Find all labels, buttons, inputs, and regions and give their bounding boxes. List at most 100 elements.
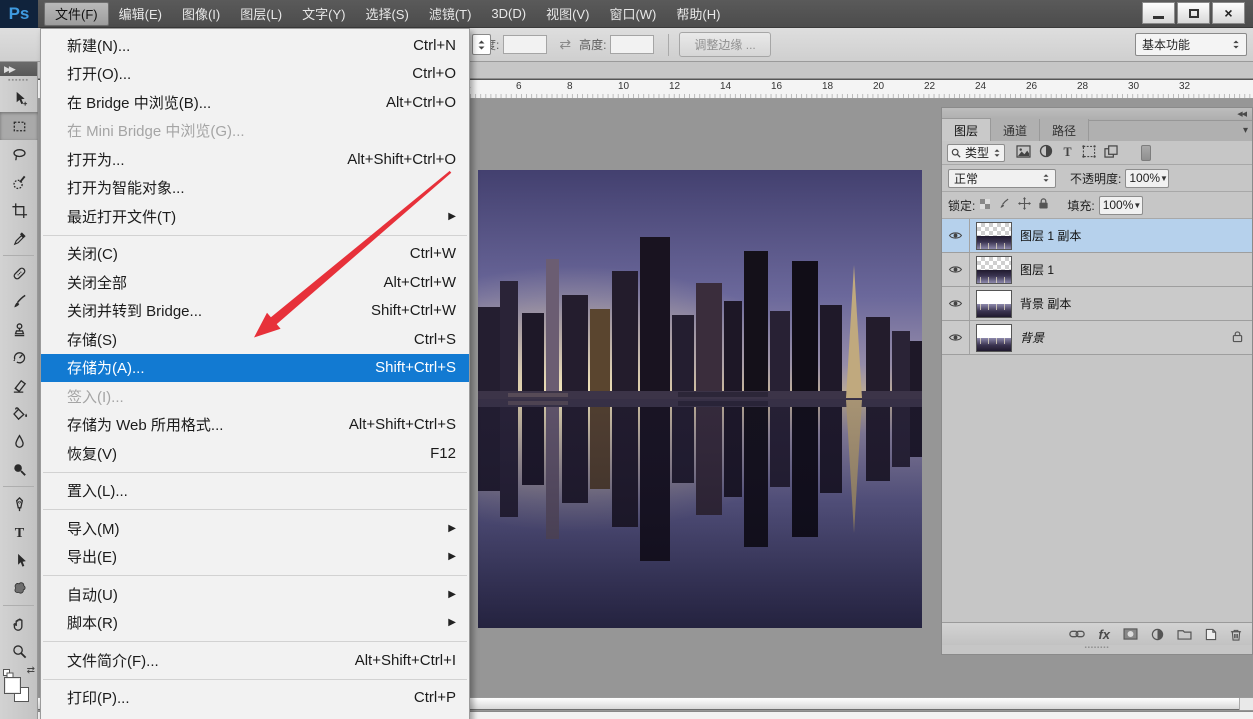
file-menu-item[interactable]: 文件简介(F)... Alt+Shift+Ctrl+I [41, 646, 469, 675]
menubar-item-4[interactable]: 文字(Y) [292, 2, 355, 26]
rect-marquee-tool[interactable] [0, 112, 38, 140]
panel-menu-icon[interactable]: ▾ [1243, 125, 1248, 136]
menubar-item-2[interactable]: 图像(I) [172, 2, 230, 26]
smartobject-filter-icon[interactable] [1104, 144, 1118, 161]
height-input[interactable] [610, 35, 655, 54]
blur-tool[interactable] [0, 427, 38, 455]
lock-all-icon[interactable] [1038, 197, 1049, 213]
file-menu-item[interactable]: 恢复(V) F12 [41, 439, 469, 468]
layer-row[interactable]: 图层 1 副本 [942, 219, 1252, 253]
menubar-item-8[interactable]: 视图(V) [536, 2, 599, 26]
refine-edge-button[interactable]: 调整边缘 ... [679, 32, 771, 57]
blend-mode-dropdown[interactable]: 正常 [948, 168, 1056, 188]
type-tool[interactable]: T [0, 518, 38, 546]
filter-toggle[interactable] [1141, 144, 1152, 161]
file-menu-item[interactable]: 存储为 Web 所用格式... Alt+Shift+Ctrl+S [41, 411, 469, 440]
menubar-item-0[interactable]: 文件(F) [44, 1, 109, 26]
hand-tool[interactable] [0, 609, 38, 637]
dodge-tool[interactable] [0, 455, 38, 483]
file-menu-item[interactable]: 在 Bridge 中浏览(B)... Alt+Ctrl+O [41, 88, 469, 117]
menubar-item-9[interactable]: 窗口(W) [599, 2, 666, 26]
tab-channels[interactable]: 通道 [991, 119, 1041, 141]
clone-stamp-tool[interactable] [0, 315, 38, 343]
adjustment-layer-icon[interactable] [1151, 628, 1164, 641]
adjustment-filter-icon[interactable] [1039, 144, 1053, 161]
new-layer-icon[interactable] [1205, 628, 1217, 641]
layer-thumbnail[interactable] [976, 323, 1012, 352]
file-menu-item[interactable]: 关闭全部 Alt+Ctrl+W [41, 268, 469, 297]
file-menu-item[interactable]: 最近打开文件(T) ▶ [41, 202, 469, 231]
menubar-item-5[interactable]: 选择(S) [355, 2, 418, 26]
layer-thumbnail[interactable] [976, 289, 1012, 318]
menubar-item-6[interactable]: 滤镜(T) [419, 2, 482, 26]
group-icon[interactable] [1177, 628, 1192, 640]
file-menu-item[interactable]: 关闭(C) Ctrl+W [41, 240, 469, 269]
file-menu-item[interactable]: 打开为智能对象... [41, 174, 469, 203]
custom-shape-tool[interactable] [0, 574, 38, 602]
opacity-field[interactable]: 100% ▼ [1125, 168, 1170, 188]
layer-visibility-toggle[interactable] [942, 219, 970, 252]
layer-visibility-toggle[interactable] [942, 253, 970, 286]
minimize-button[interactable] [1142, 2, 1175, 24]
file-menu-item[interactable]: 打开为... Alt+Shift+Ctrl+O [41, 145, 469, 174]
menubar-item-7[interactable]: 3D(D) [481, 2, 536, 26]
type-filter-icon[interactable]: T [1061, 145, 1074, 161]
lock-pixels-icon[interactable] [998, 197, 1011, 213]
healing-brush-tool[interactable] [0, 259, 38, 287]
file-menu-item[interactable]: 打开(O)... Ctrl+O [41, 60, 469, 89]
swap-colors-icon[interactable]: ⇄ [27, 665, 35, 676]
menubar-item-10[interactable]: 帮助(H) [666, 2, 730, 26]
menubar-item-1[interactable]: 编辑(E) [109, 2, 172, 26]
layer-visibility-toggle[interactable] [942, 287, 970, 320]
quick-mask-button[interactable] [0, 713, 38, 719]
layer-row[interactable]: 图层 1 [942, 253, 1252, 287]
file-menu-item[interactable]: 存储为(A)... Shift+Ctrl+S [41, 353, 469, 382]
lock-position-icon[interactable] [1018, 197, 1032, 213]
toolbar-collapse-button[interactable]: ▶▶ [0, 62, 37, 76]
layer-name[interactable]: 图层 1 [1020, 261, 1054, 278]
menubar-item-3[interactable]: 图层(L) [230, 2, 292, 26]
layer-thumbnail[interactable] [976, 221, 1012, 250]
tab-paths[interactable]: 路径 [1040, 119, 1090, 141]
file-menu-item[interactable]: 导出(E) ▶ [41, 543, 469, 572]
link-icon[interactable] [1069, 629, 1086, 639]
layer-thumbnail[interactable] [976, 255, 1012, 284]
lasso-tool[interactable] [0, 140, 38, 168]
maximize-button[interactable] [1177, 2, 1210, 24]
file-menu-item[interactable]: 关闭并转到 Bridge... Shift+Ctrl+W [41, 297, 469, 326]
file-menu-item[interactable]: 置入(L)... [41, 477, 469, 506]
layer-name[interactable]: 背景 副本 [1020, 295, 1071, 312]
lock-transparency-icon[interactable] [979, 198, 991, 213]
swap-dimensions-icon[interactable]: ⇄ [559, 36, 571, 53]
layer-name[interactable]: 图层 1 副本 [1020, 227, 1081, 244]
file-menu-item[interactable]: 导入(M) ▶ [41, 514, 469, 543]
fill-field[interactable]: 100% ▼ [1098, 195, 1143, 215]
layer-visibility-toggle[interactable] [942, 321, 970, 354]
path-select-tool[interactable] [0, 546, 38, 574]
pen-tool[interactable] [0, 490, 38, 518]
move-tool[interactable] [0, 84, 38, 112]
file-menu-item[interactable]: 新建(N)... Ctrl+N [41, 31, 469, 60]
pixel-filter-icon[interactable] [1016, 144, 1031, 161]
workspace-switcher[interactable]: 基本功能 [1135, 33, 1247, 56]
fx-icon[interactable]: fx [1098, 627, 1110, 642]
crop-tool[interactable] [0, 196, 38, 224]
style-spinner[interactable] [472, 34, 491, 55]
quick-select-tool[interactable] [0, 168, 38, 196]
layer-mask-icon[interactable] [1123, 628, 1138, 640]
eyedropper-tool[interactable] [0, 224, 38, 252]
file-menu-item[interactable]: 存储(S) Ctrl+S [41, 325, 469, 354]
delete-layer-icon[interactable] [1230, 628, 1242, 641]
scrollbar-end-button[interactable] [1239, 698, 1253, 710]
foreground-color-swatch[interactable] [4, 677, 21, 694]
paint-bucket-tool[interactable] [0, 399, 38, 427]
file-menu-item[interactable]: 打印(P)... Ctrl+P [41, 684, 469, 713]
layer-row[interactable]: 背景 [942, 321, 1252, 355]
tab-layers[interactable]: 图层 [942, 118, 992, 141]
filter-type-dropdown[interactable]: 类型 [947, 143, 1006, 162]
color-swatch-control[interactable]: ⇄ [0, 665, 38, 713]
file-menu-item[interactable]: 自动(U) ▶ [41, 580, 469, 609]
history-brush-tool[interactable] [0, 343, 38, 371]
brush-tool[interactable] [0, 287, 38, 315]
eraser-tool[interactable] [0, 371, 38, 399]
